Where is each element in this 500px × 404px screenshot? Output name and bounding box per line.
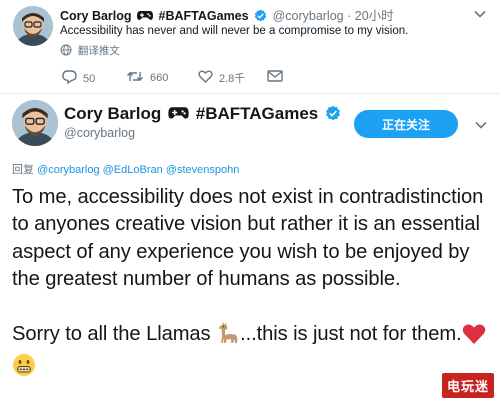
divider [0, 93, 500, 94]
red-heart-emoji [462, 323, 486, 353]
retweet-icon [126, 70, 144, 86]
globe-icon [60, 44, 72, 56]
replying-to: 回复 @corybarlog @EdLoBran @stevenspohn [12, 161, 239, 177]
gamepad-icon [168, 105, 189, 125]
author-hashtag[interactable]: #BAFTAGames [196, 104, 319, 123]
gamepad-icon [137, 10, 154, 24]
chevron-down-icon[interactable] [474, 7, 486, 21]
watermark-logo: 电玩迷 [441, 373, 494, 398]
reply-mentions[interactable]: @corybarlog @EdLoBran @stevenspohn [37, 164, 239, 176]
reply-button[interactable]: 50 [62, 70, 95, 87]
grimacing-face-emoji [12, 353, 36, 385]
translate-link[interactable]: 翻译推文 [60, 43, 120, 58]
reply-count: 50 [83, 72, 96, 85]
like-button[interactable]: 2.8千 [198, 70, 245, 86]
tweet-text: Accessibility has never and will never b… [60, 25, 409, 37]
verified-badge-icon [254, 9, 267, 25]
author-name[interactable]: Cory Barlog [60, 9, 132, 23]
direct-message-button[interactable] [267, 70, 283, 85]
tweet-body: To me, accessibility does not exist in c… [12, 184, 500, 385]
tweet-header: Cory Barlog #BAFTAGames @corybarlog · 20… [60, 5, 394, 25]
author-handle[interactable]: @corybarlog [273, 9, 344, 23]
reply-prefix: 回复 [12, 164, 34, 176]
translate-label: 翻译推文 [77, 45, 120, 57]
tweet-paragraph: To me, accessibility does not exist in c… [12, 186, 484, 291]
chevron-down-icon[interactable] [475, 118, 487, 132]
author-name-row[interactable]: Cory Barlog #BAFTAGames [64, 104, 343, 126]
llama-emoji [216, 321, 240, 353]
like-count: 2.8千 [219, 73, 246, 85]
avatar[interactable] [13, 6, 53, 46]
tweet-text-part: Sorry to all the Llamas [12, 322, 217, 345]
like-icon [198, 70, 213, 86]
separator-dot: · [347, 9, 352, 23]
author-handle[interactable]: @corybarlog [64, 126, 135, 140]
avatar[interactable] [12, 100, 58, 146]
verified-badge-icon [325, 105, 341, 126]
author-hashtag[interactable]: #BAFTAGames [159, 9, 249, 23]
direct-message-icon [267, 70, 283, 85]
tweet-paragraph: Sorry to all the Llamas ...this is just … [12, 321, 500, 386]
following-button[interactable]: 正在关注 [354, 110, 458, 138]
retweet-button[interactable]: 660 [126, 70, 168, 86]
reply-icon [62, 70, 77, 87]
author-name[interactable]: Cory Barlog [64, 104, 161, 123]
tweet-text-part: ...this is just not for them. [240, 322, 462, 345]
tweet-time[interactable]: 20小时 [355, 9, 394, 23]
retweet-count: 660 [150, 72, 169, 84]
